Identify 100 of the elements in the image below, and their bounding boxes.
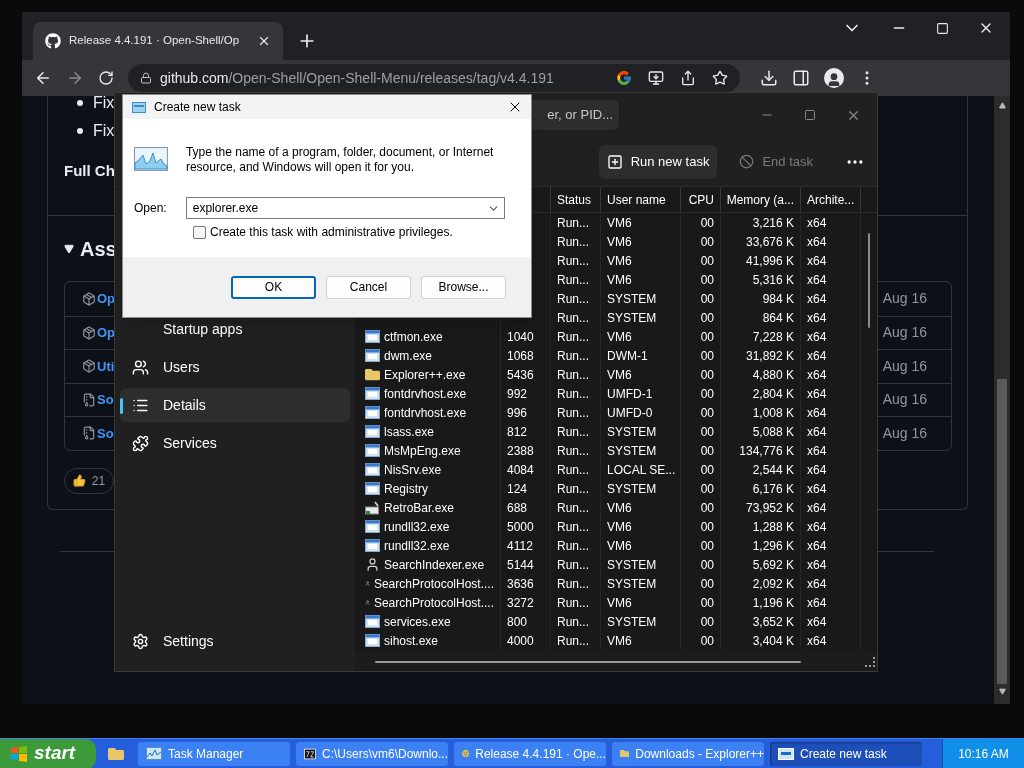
- asset-link[interactable]: Op: [97, 289, 116, 309]
- scrollbar[interactable]: [994, 96, 1010, 704]
- table-cell-text: 4,880 K: [752, 366, 794, 384]
- dialog-button[interactable]: Browse...: [421, 275, 506, 299]
- nav-item[interactable]: Services: [120, 426, 350, 460]
- url-host: github.com: [160, 68, 229, 88]
- back-icon[interactable]: [34, 69, 52, 87]
- table-cell-text: 00: [700, 290, 714, 308]
- table-cell-text: 5,088 K: [752, 423, 794, 441]
- table-cell-text: SYSTEM: [607, 556, 657, 574]
- open-label: Open:: [134, 200, 167, 217]
- folder-icon[interactable]: [108, 745, 124, 762]
- dialog-button[interactable]: Cancel: [326, 275, 411, 299]
- column-header[interactable]: CPU: [688, 190, 714, 209]
- scrollbar-thumb[interactable]: [868, 233, 870, 328]
- table-cell-text: 5436: [507, 366, 534, 384]
- table-cell-text: Run...: [557, 385, 589, 403]
- side-panel-icon[interactable]: [792, 69, 810, 87]
- table-cell-text: 3272: [507, 594, 534, 612]
- asset-link[interactable]: So: [97, 423, 114, 443]
- checkbox-label: Create this task with administrative privileges.: [210, 224, 453, 241]
- asset-link[interactable]: So: [97, 390, 114, 410]
- table-cell-text: 992: [507, 385, 528, 403]
- section-heading: Full Ch: [64, 161, 115, 181]
- table-cell-text: sihost.exe: [384, 632, 439, 650]
- program-window-icon: [365, 444, 380, 457]
- column-header[interactable]: Status: [557, 190, 592, 209]
- settings-icon: [132, 632, 149, 650]
- scroll-down-arrow-icon[interactable]: [998, 688, 1006, 695]
- table-cell-text: 134,776 K: [739, 442, 794, 460]
- program-window-icon: [365, 349, 380, 362]
- table-cell-text: Explorer++.exe: [384, 366, 466, 384]
- table-cell-text: x64: [807, 461, 827, 479]
- column-header[interactable]: Archite...: [807, 190, 855, 209]
- table-cell-text: 5,316 K: [752, 271, 794, 289]
- table-cell-text: x64: [807, 499, 827, 517]
- resize-grip-icon[interactable]: [865, 657, 875, 667]
- column-header[interactable]: Memory (a...: [726, 190, 794, 209]
- scroll-up-arrow-icon[interactable]: [998, 102, 1006, 109]
- table-cell-text: 5000: [507, 518, 534, 536]
- collapse-triangle-icon[interactable]: [64, 244, 74, 254]
- nav-item[interactable]: Users: [120, 350, 350, 384]
- table-cell-text: VM6: [607, 594, 632, 612]
- google-icon[interactable]: [616, 70, 632, 86]
- share-icon[interactable]: [680, 70, 696, 86]
- table-cell-text: 1040: [507, 328, 534, 346]
- open-combobox[interactable]: explorer.exe: [185, 197, 505, 219]
- table-cell-text: SYSTEM: [607, 309, 657, 327]
- table-cell-text: 3,404 K: [752, 632, 794, 650]
- prohibited-icon: [739, 154, 755, 169]
- nav-item[interactable]: Details: [120, 388, 350, 422]
- horizontal-scrollbar-thumb[interactable]: [375, 661, 801, 663]
- taskbar-button[interactable]: Create new task: [770, 741, 922, 766]
- table-cell-text: 00: [700, 233, 714, 251]
- download-icon[interactable]: [760, 69, 778, 87]
- table-cell-text: Run...: [557, 499, 589, 517]
- dialog-button[interactable]: OK: [231, 275, 316, 299]
- table-cell-text: x64: [807, 328, 827, 346]
- table-cell-text: dwm.exe: [384, 347, 433, 365]
- install-icon[interactable]: [648, 70, 664, 86]
- table-cell-text: x64: [807, 385, 827, 403]
- taskbar-button[interactable]: Task Manager: [138, 741, 290, 766]
- table-cell-text: VM6: [607, 366, 632, 384]
- admin-checkbox[interactable]: [193, 225, 206, 239]
- settings-nav-item[interactable]: Settings: [120, 623, 350, 659]
- profile-avatar[interactable]: [824, 68, 844, 88]
- address-bar[interactable]: github.com/Open-Shell/Open-Shell-Menu/releases/tag/v4.4.191: [128, 64, 740, 92]
- table-cell-text: UMFD-1: [607, 385, 653, 403]
- selection-indicator: [120, 398, 123, 414]
- table-cell-text: services.exe: [384, 613, 451, 631]
- table-cell-text: VM6: [607, 271, 632, 289]
- table-cell-text: 5,692 K: [752, 556, 794, 574]
- table-cell-text: x64: [807, 423, 827, 441]
- browser-tab[interactable]: Release 4.4.191 · Open-Shell/Op: [33, 22, 283, 60]
- table-cell-text: SYSTEM: [607, 290, 657, 308]
- taskbar-button[interactable]: C:\Users\vm6\Downlo...: [296, 741, 448, 766]
- run-new-task-button[interactable]: Run new task: [598, 144, 718, 179]
- window-icon: [778, 747, 794, 760]
- asset-link[interactable]: Uti: [97, 356, 115, 376]
- reload-icon[interactable]: [98, 70, 114, 86]
- table-cell-text: VM6: [607, 518, 632, 536]
- close-icon[interactable]: [257, 34, 271, 48]
- table-cell-text: 6,176 K: [752, 480, 794, 498]
- table-cell-text: 864 K: [762, 309, 794, 327]
- asset-link[interactable]: Op: [97, 323, 116, 343]
- table-cell-text: Run...: [557, 518, 589, 536]
- table-cell-text: VM6: [607, 214, 632, 232]
- forward-icon[interactable]: [66, 69, 84, 87]
- puzzle-icon: [132, 434, 149, 452]
- start-button[interactable]: start: [0, 738, 96, 768]
- person-icon: [365, 557, 380, 572]
- bookmark-star-icon[interactable]: [712, 70, 728, 86]
- table-cell-text: 1,288 K: [752, 518, 794, 536]
- column-header[interactable]: User name: [607, 190, 666, 209]
- lock-icon: [140, 72, 152, 84]
- taskbar-button[interactable]: Release 4.4.191 · Ope...: [454, 741, 606, 766]
- taskbar-button[interactable]: Downloads - Explorer++: [612, 741, 764, 766]
- clock: 10:16 AM: [958, 745, 1009, 763]
- scrollbar-thumb[interactable]: [997, 379, 1007, 684]
- table-cell-text: 00: [700, 442, 714, 460]
